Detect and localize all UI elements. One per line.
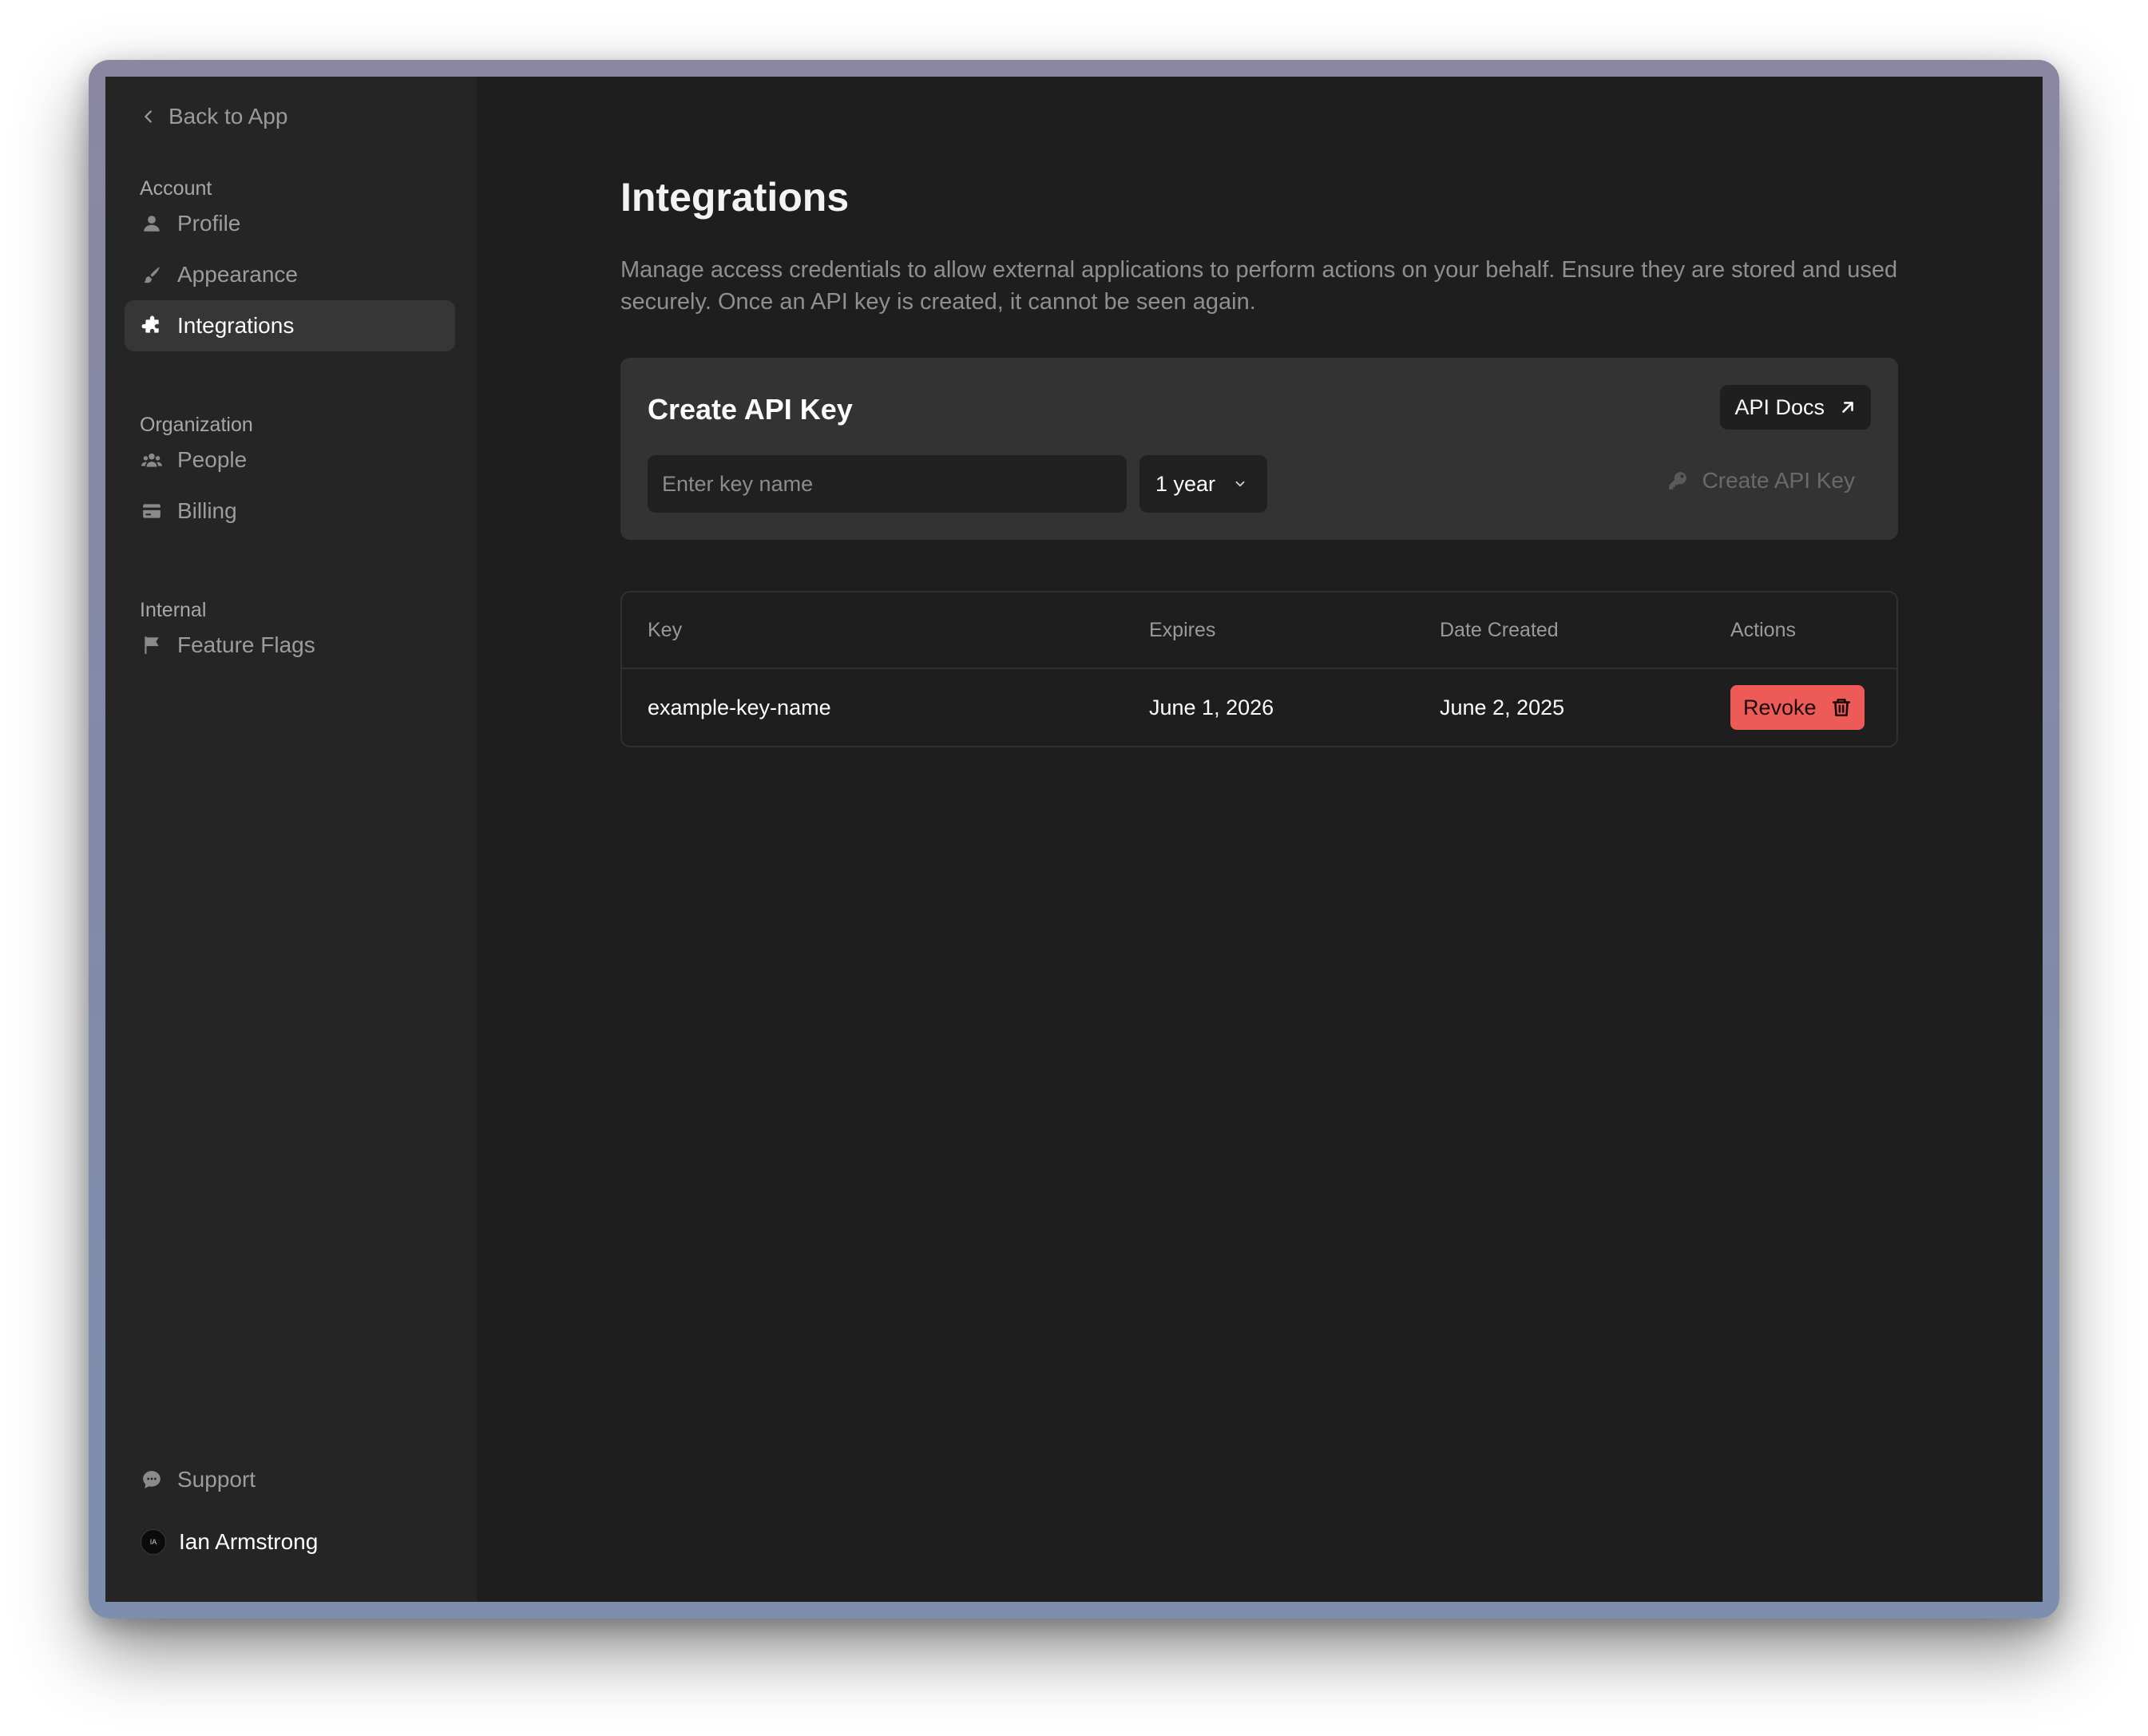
trash-icon	[1832, 698, 1850, 717]
sidebar-item-billing[interactable]: Billing	[125, 486, 455, 537]
sidebar-item-label: Support	[177, 1467, 256, 1492]
key-name-input[interactable]	[648, 455, 1127, 513]
sidebar-item-label: People	[177, 447, 248, 472]
sidebar: Back to App Account Profile Appearance I…	[105, 77, 477, 1602]
user-name: Ian Armstrong	[179, 1529, 319, 1554]
column-header-date-created: Date Created	[1440, 618, 1559, 641]
user-icon	[141, 212, 163, 235]
app-window: Back to App Account Profile Appearance I…	[105, 77, 2043, 1602]
page-description: Manage access credentials to allow exter…	[620, 257, 1898, 315]
sidebar-item-people[interactable]: People	[125, 434, 455, 486]
create-api-key-card: Create API Key API Docs 1 year Create AP…	[620, 358, 1898, 540]
back-to-app-label: Back to App	[168, 104, 288, 129]
api-docs-button[interactable]: API Docs	[1720, 385, 1871, 430]
puzzle-icon	[141, 315, 163, 337]
main-content: Integrations Manage access credentials t…	[477, 77, 2043, 1602]
arrow-up-right-icon	[1842, 402, 1853, 413]
credit-card-icon	[141, 500, 163, 522]
expiry-select[interactable]: 1 year	[1139, 455, 1267, 513]
chevron-down-icon	[1235, 481, 1245, 487]
chat-icon	[141, 1468, 163, 1491]
column-header-actions: Actions	[1730, 618, 1796, 641]
page-title: Integrations	[620, 175, 850, 220]
avatar: IA	[141, 1529, 166, 1555]
flag-icon	[141, 634, 163, 656]
people-icon	[141, 449, 163, 471]
revoke-button[interactable]: Revoke	[1730, 685, 1865, 730]
sidebar-item-label: Billing	[177, 498, 237, 523]
section-label-internal: Internal	[140, 599, 207, 621]
expiry-selected-value: 1 year	[1155, 471, 1216, 496]
sidebar-item-appearance[interactable]: Appearance	[125, 249, 455, 300]
section-label-organization: Organization	[140, 414, 253, 436]
sidebar-item-label: Profile	[177, 211, 241, 236]
table-header: Key Expires Date Created Actions	[622, 593, 1896, 669]
sidebar-item-label: Integrations	[177, 313, 295, 338]
back-to-app-link[interactable]: Back to App	[140, 104, 287, 129]
sidebar-item-profile[interactable]: Profile	[125, 198, 455, 249]
expires-cell: June 1, 2026	[1149, 695, 1274, 719]
date-created-cell: June 2, 2025	[1440, 695, 1565, 719]
revoke-label: Revoke	[1743, 695, 1817, 719]
sidebar-item-support[interactable]: Support	[125, 1454, 455, 1505]
column-header-key: Key	[648, 618, 683, 641]
api-docs-label: API Docs	[1734, 394, 1825, 419]
user-menu[interactable]: IA Ian Armstrong	[141, 1529, 318, 1555]
sidebar-item-feature-flags[interactable]: Feature Flags	[125, 620, 455, 671]
sidebar-item-integrations[interactable]: Integrations	[125, 300, 455, 351]
sidebar-item-label: Feature Flags	[177, 632, 315, 657]
create-api-key-label: Create API Key	[1702, 468, 1855, 493]
create-api-key-button[interactable]: Create API Key	[1667, 468, 1855, 493]
key-icon	[1668, 472, 1686, 489]
key-name-cell: example-key-name	[648, 695, 831, 719]
section-label-account: Account	[140, 177, 212, 200]
brush-icon	[141, 264, 163, 286]
sidebar-item-label: Appearance	[177, 262, 299, 287]
chevron-left-icon	[145, 110, 152, 123]
table-row: example-key-name June 1, 2026 June 2, 20…	[622, 669, 1896, 746]
column-header-expires: Expires	[1149, 618, 1216, 641]
api-keys-table: Key Expires Date Created Actions example…	[620, 591, 1898, 747]
window-frame: Back to App Account Profile Appearance I…	[89, 60, 2059, 1619]
card-title: Create API Key	[648, 393, 853, 426]
